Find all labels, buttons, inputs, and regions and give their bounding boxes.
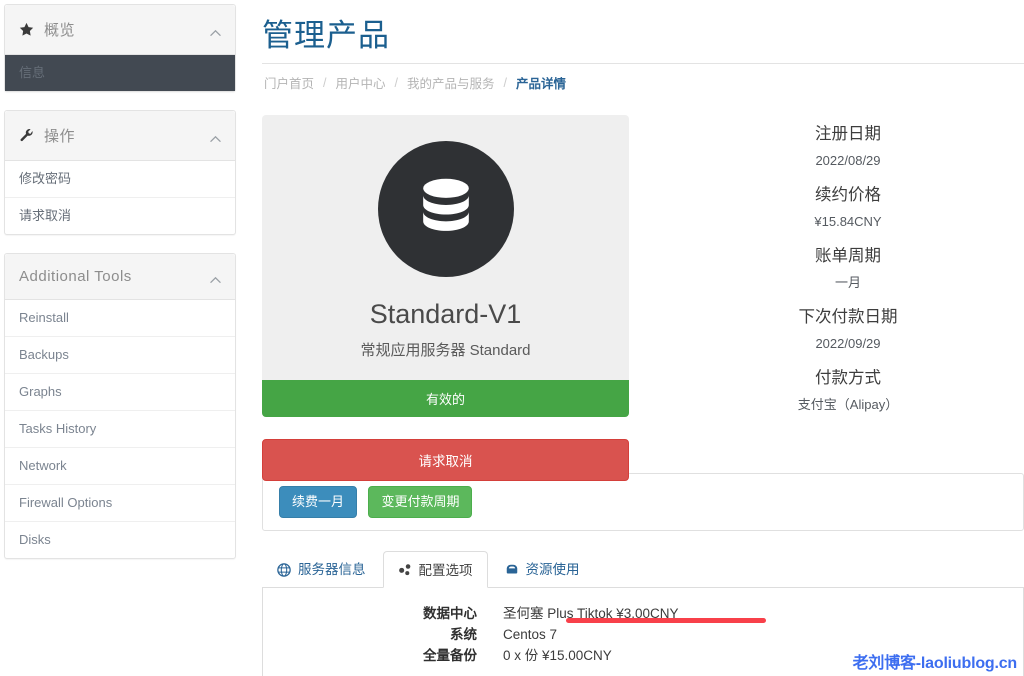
breadcrumb-item-my-products[interactable]: 我的产品与服务 xyxy=(407,73,495,92)
config-label-datacenter: 数据中心 xyxy=(277,604,503,623)
info-value-registration-date: 2022/08/29 xyxy=(672,152,1024,170)
tab-server-info[interactable]: 服务器信息 xyxy=(262,551,381,587)
config-value-full-backup: 0 x 份 ¥15.00CNY xyxy=(503,646,612,665)
info-term-registration-date: 注册日期 xyxy=(672,123,1024,145)
product-icon-wrap xyxy=(272,141,619,277)
config-value-system: Centos 7 xyxy=(503,625,557,644)
star-icon xyxy=(19,22,34,37)
config-label-full-backup: 全量备份 xyxy=(277,646,503,665)
request-cancel-button[interactable]: 请求取消 xyxy=(262,439,629,481)
sitemap-icon xyxy=(398,563,412,577)
tab-config-options[interactable]: 配置选项 xyxy=(383,551,488,588)
product-info-list: 注册日期 2022/08/29 续约价格 ¥15.84CNY 账单周期 一月 下… xyxy=(672,123,1024,414)
actions-box: 续费一月 变更付款周期 xyxy=(262,473,1024,531)
tab-label: 服务器信息 xyxy=(298,561,366,578)
breadcrumb-separator: / xyxy=(395,76,398,90)
chevron-up-icon[interactable] xyxy=(210,273,221,284)
sidebar-panel-title: 概览 xyxy=(44,19,75,40)
product-card-body: Standard-V1 常规应用服务器 Standard xyxy=(262,115,629,380)
tab-panel-config-options: 数据中心 圣何塞 Plus Tiktok ¥3.00CNY 系统 Centos … xyxy=(262,587,1024,676)
sidebar-list-additional-tools: Reinstall Backups Graphs Tasks History N… xyxy=(5,300,235,558)
info-term-billing-cycle: 账单周期 xyxy=(672,245,1024,267)
database-icon xyxy=(378,141,514,277)
breadcrumb-item-home[interactable]: 门户首页 xyxy=(264,73,314,92)
page-root: 概览 信息 操作 修改密码 请求取消 xyxy=(0,0,1024,676)
chevron-up-icon[interactable] xyxy=(210,132,221,143)
wrench-icon xyxy=(19,128,34,143)
breadcrumb-separator: / xyxy=(504,76,507,90)
sidebar-panel-overview: 概览 信息 xyxy=(4,4,236,92)
change-billing-cycle-button[interactable]: 变更付款周期 xyxy=(368,486,472,518)
sidebar-item-graphs[interactable]: Graphs xyxy=(5,373,235,410)
product-subtitle: 常规应用服务器 Standard xyxy=(272,339,619,360)
product-name: Standard-V1 xyxy=(272,299,619,330)
inbox-icon xyxy=(505,563,519,577)
sidebar-item-network[interactable]: Network xyxy=(5,447,235,484)
tab-label: 资源使用 xyxy=(526,561,580,578)
sidebar-panel-header-additional-tools[interactable]: Additional Tools xyxy=(5,254,235,300)
sidebar-panel-header-overview[interactable]: 概览 xyxy=(5,5,235,55)
product-card: Standard-V1 常规应用服务器 Standard 有效的 请求取消 xyxy=(262,115,629,481)
sidebar-item-disks[interactable]: Disks xyxy=(5,521,235,558)
info-term-renewal-price: 续约价格 xyxy=(672,184,1024,206)
breadcrumb-separator: / xyxy=(323,76,326,90)
sidebar-item-info[interactable]: 信息 xyxy=(5,55,235,91)
sidebar-list-actions: 修改密码 请求取消 xyxy=(5,161,235,234)
sidebar-item-backups[interactable]: Backups xyxy=(5,336,235,373)
status-badge: 有效的 xyxy=(262,380,629,417)
page-title: 管理产品 xyxy=(262,10,1024,55)
watermark-text: 老刘博客-laoliublog.cn xyxy=(853,649,1017,673)
tab-label: 配置选项 xyxy=(419,562,473,579)
tab-list: 服务器信息 配置选项 资源使用 xyxy=(262,551,1024,587)
info-value-payment-method: 支付宝（Alipay） xyxy=(672,396,1024,414)
config-label-system: 系统 xyxy=(277,625,503,644)
sidebar-panel-actions: 操作 修改密码 请求取消 xyxy=(4,110,236,235)
red-underline-annotation xyxy=(566,618,766,623)
sidebar-panel-title: 操作 xyxy=(44,125,75,146)
sidebar-item-tasks-history[interactable]: Tasks History xyxy=(5,410,235,447)
info-value-renewal-price: ¥15.84CNY xyxy=(672,213,1024,231)
sidebar-panel-title: Additional Tools xyxy=(19,268,132,285)
breadcrumb: 门户首页 / 用户中心 / 我的产品与服务 / 产品详情 xyxy=(262,64,1024,101)
renew-button[interactable]: 续费一月 xyxy=(279,486,357,518)
sidebar: 概览 信息 操作 修改密码 请求取消 xyxy=(4,4,236,577)
info-value-billing-cycle: 一月 xyxy=(672,274,1024,292)
sidebar-panel-additional-tools: Additional Tools Reinstall Backups Graph… xyxy=(4,253,236,559)
sidebar-item-firewall-options[interactable]: Firewall Options xyxy=(5,484,235,521)
breadcrumb-item-current: 产品详情 xyxy=(516,73,566,92)
main-content: 管理产品 门户首页 / 用户中心 / 我的产品与服务 / 产品详情 xyxy=(262,0,1024,676)
info-term-payment-method: 付款方式 xyxy=(672,367,1024,389)
breadcrumb-item-user-center[interactable]: 用户中心 xyxy=(336,73,386,92)
config-row: 系统 Centos 7 xyxy=(277,625,1009,644)
chevron-up-icon[interactable] xyxy=(210,26,221,37)
sidebar-item-reinstall[interactable]: Reinstall xyxy=(5,300,235,336)
tab-resource-usage[interactable]: 资源使用 xyxy=(490,551,595,587)
sidebar-list-overview: 信息 xyxy=(5,55,235,91)
info-value-next-due-date: 2022/09/29 xyxy=(672,335,1024,353)
sidebar-item-change-password[interactable]: 修改密码 xyxy=(5,161,235,197)
product-overview-row: Standard-V1 常规应用服务器 Standard 有效的 请求取消 注册… xyxy=(262,115,1024,465)
sidebar-panel-header-actions[interactable]: 操作 xyxy=(5,111,235,161)
tabs-section: 服务器信息 配置选项 资源使用 数据中心 xyxy=(262,551,1024,676)
sidebar-item-request-cancel[interactable]: 请求取消 xyxy=(5,197,235,234)
info-term-next-due-date: 下次付款日期 xyxy=(672,306,1024,328)
globe-icon xyxy=(277,563,291,577)
